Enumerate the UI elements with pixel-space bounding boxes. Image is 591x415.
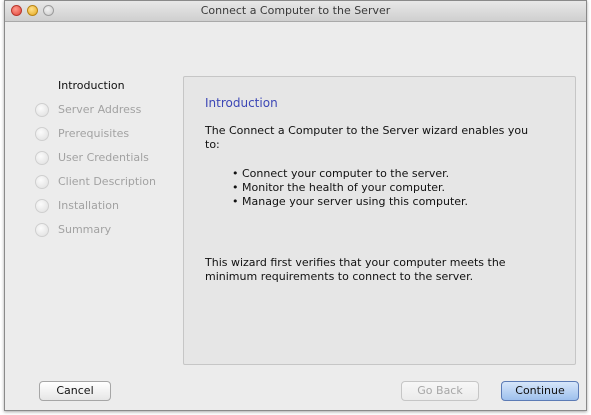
step-status-icon (35, 199, 49, 213)
step-label: Introduction (58, 79, 125, 92)
wizard-window: Connect a Computer to the Server Introdu… (4, 0, 587, 411)
step-status-icon (35, 127, 49, 141)
step-label: Installation (58, 199, 119, 212)
step-status-icon (35, 151, 49, 165)
window-title: Connect a Computer to the Server (200, 4, 391, 17)
step-introduction: Introduction (35, 79, 156, 103)
step-label: Prerequisites (58, 127, 130, 140)
feature-item: Monitor the health of your computer. (232, 181, 468, 195)
continue-button[interactable]: Continue (501, 381, 579, 401)
step-client-description: Client Description (35, 175, 156, 199)
feature-item: Manage your server using this computer. (232, 195, 468, 209)
title-bar[interactable]: Connect a Computer to the Server (5, 1, 586, 22)
step-label: Summary (58, 223, 112, 236)
step-server-address: Server Address (35, 103, 156, 127)
panel-intro-text: The Connect a Computer to the Server wiz… (205, 124, 529, 151)
cancel-button[interactable]: Cancel (39, 381, 111, 401)
panel-note-text: This wizard first verifies that your com… (205, 256, 506, 283)
go-back-button[interactable]: Go Back (401, 381, 479, 401)
step-user-credentials: User Credentials (35, 151, 156, 175)
feature-list: Connect your computer to the server. Mon… (232, 167, 468, 209)
step-label: Client Description (58, 175, 156, 188)
step-status-icon (35, 103, 49, 117)
step-label: User Credentials (58, 151, 149, 164)
step-status-icon (35, 175, 49, 189)
step-prerequisites: Prerequisites (35, 127, 156, 151)
panel-heading: Introduction (205, 96, 278, 110)
wizard-steps-list: Introduction Server Address Prerequisite… (35, 79, 156, 247)
step-label: Server Address (58, 103, 142, 116)
content-panel: Introduction The Connect a Computer to t… (183, 76, 576, 365)
step-summary: Summary (35, 223, 156, 247)
step-installation: Installation (35, 199, 156, 223)
feature-item: Connect your computer to the server. (232, 167, 468, 181)
step-status-icon (35, 223, 49, 237)
